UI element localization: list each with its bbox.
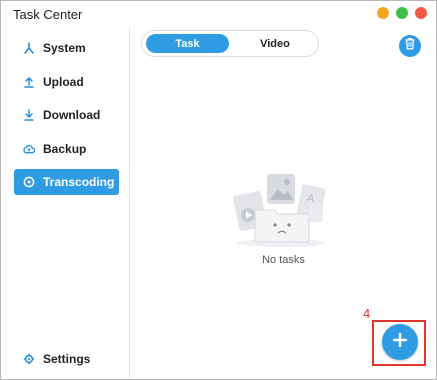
task-center-window: Task Center System Upload Download Backu… bbox=[0, 0, 437, 380]
sidebar-item-system[interactable]: System bbox=[14, 35, 119, 61]
sidebar-item-settings[interactable]: Settings bbox=[14, 346, 119, 372]
clear-tasks-button[interactable] bbox=[399, 35, 421, 57]
sidebar-item-label: System bbox=[43, 41, 86, 55]
minimize-button[interactable] bbox=[377, 7, 389, 19]
trash-icon bbox=[404, 37, 416, 55]
cloud-icon bbox=[23, 143, 35, 155]
upload-icon bbox=[23, 76, 35, 88]
sidebar-item-label: Upload bbox=[43, 75, 84, 89]
close-button[interactable] bbox=[415, 7, 427, 19]
window-title: Task Center bbox=[13, 7, 83, 22]
settings-label: Settings bbox=[43, 352, 91, 366]
download-icon bbox=[23, 109, 35, 121]
sidebar: System Upload Download Backup Transcodin… bbox=[1, 27, 130, 379]
transcode-icon bbox=[23, 176, 35, 188]
system-icon bbox=[23, 42, 35, 54]
sidebar-item-upload[interactable]: Upload bbox=[14, 69, 119, 95]
tab-video[interactable]: Video bbox=[237, 34, 313, 53]
sidebar-item-transcoding[interactable]: Transcoding bbox=[14, 169, 119, 195]
titlebar: Task Center bbox=[1, 1, 436, 27]
main-panel: Task Video A No tasks 4 bbox=[131, 27, 436, 379]
sidebar-item-download[interactable]: Download bbox=[14, 102, 119, 128]
sidebar-item-backup[interactable]: Backup bbox=[14, 136, 119, 162]
tab-task[interactable]: Task bbox=[146, 34, 229, 53]
maximize-button[interactable] bbox=[396, 7, 408, 19]
sidebar-item-label: Backup bbox=[43, 142, 87, 156]
plus-icon bbox=[392, 332, 408, 353]
empty-state-illustration: A bbox=[231, 170, 331, 250]
annotation-number: 4 bbox=[363, 306, 371, 321]
sidebar-item-label: Download bbox=[43, 108, 101, 122]
tab-switcher: Task Video bbox=[141, 30, 319, 57]
sidebar-item-label: Transcoding bbox=[43, 175, 115, 189]
gear-icon bbox=[23, 353, 35, 365]
add-task-button[interactable] bbox=[382, 324, 418, 360]
empty-state-text: No tasks bbox=[262, 254, 305, 266]
